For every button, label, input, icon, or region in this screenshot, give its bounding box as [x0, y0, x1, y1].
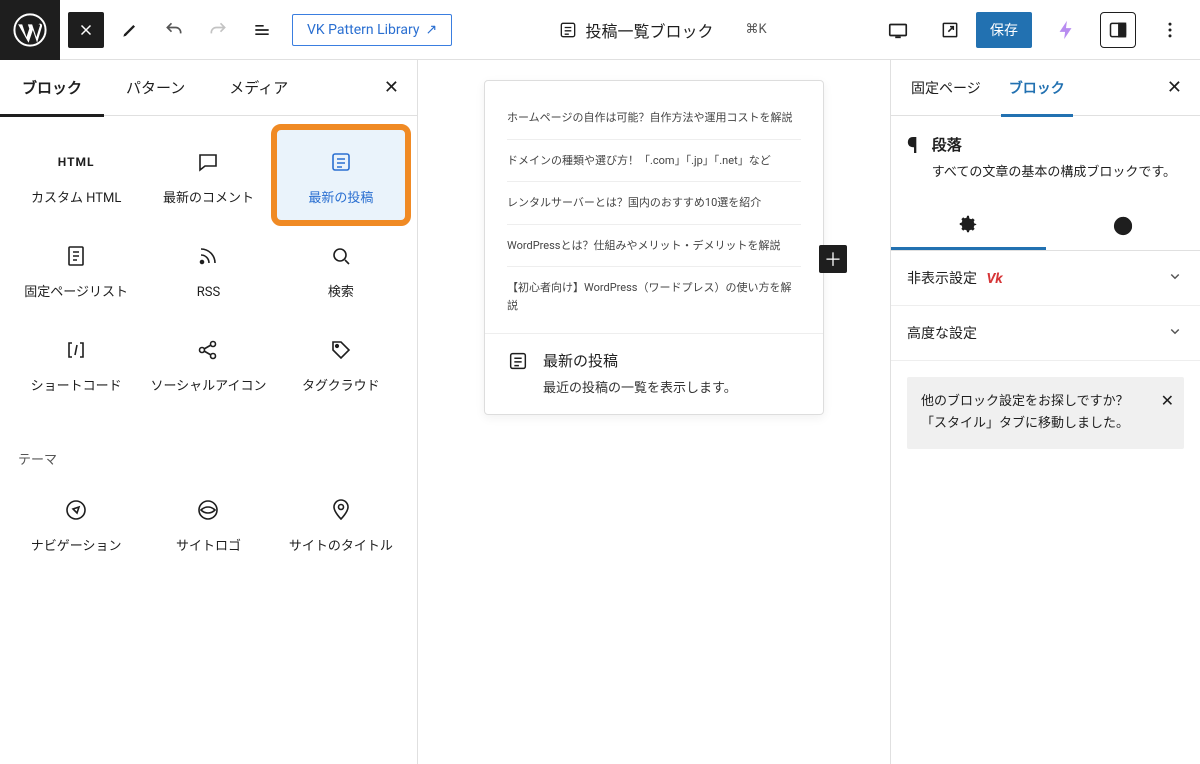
block-page-list[interactable]: 固定ページリスト — [10, 222, 142, 316]
block-search[interactable]: 検索 — [275, 222, 407, 316]
vk-pattern-library-link[interactable]: VK Pattern Library ↗ — [292, 14, 452, 46]
command-shortcut: ⌘K — [746, 22, 767, 37]
save-button[interactable]: 保存 — [976, 12, 1032, 48]
block-preview-card: ホームページの自作は可能？自作方法や運用コストを解説 ドメインの種類や選び方！「… — [484, 80, 824, 415]
preview-row: ドメインの種類や選び方！「.com」「.jp」「.net」など — [507, 140, 801, 183]
tag-icon — [329, 336, 353, 364]
edit-tool-button[interactable] — [112, 12, 148, 48]
vk-link-label: VK Pattern Library — [307, 22, 419, 38]
rss-icon — [196, 242, 220, 270]
close-icon[interactable]: ✕ — [1161, 387, 1174, 414]
block-rss[interactable]: RSS — [142, 222, 274, 316]
tab-patterns[interactable]: パターン — [104, 60, 207, 116]
redo-button[interactable] — [200, 12, 236, 48]
block-latest-comments[interactable]: 最新のコメント — [142, 128, 274, 222]
chevron-down-icon — [1166, 322, 1184, 344]
posts-list-icon — [507, 350, 529, 396]
external-preview-button[interactable] — [932, 12, 968, 48]
document-title[interactable]: 投稿一覧ブロック ⌘K — [452, 18, 872, 42]
preview-row: WordPressとは？仕組みやメリット・デメリットを解説 — [507, 225, 801, 268]
advanced-settings-row[interactable]: 高度な設定 — [891, 306, 1200, 361]
block-site-logo[interactable]: サイトロゴ — [142, 476, 274, 570]
page-list-icon — [64, 242, 88, 270]
compass-icon — [64, 496, 88, 524]
settings-sidebar-toggle[interactable] — [1100, 12, 1136, 48]
chevron-down-icon — [1166, 267, 1184, 289]
block-custom-html[interactable]: HTML カスタム HTML — [10, 128, 142, 222]
share-icon — [196, 336, 220, 364]
block-social-icons[interactable]: ソーシャルアイコン — [142, 316, 274, 410]
preview-row: ホームページの自作は可能？自作方法や運用コストを解説 — [507, 97, 801, 140]
settings-tab[interactable] — [891, 202, 1046, 250]
advanced-label: 高度な設定 — [907, 323, 977, 343]
shortcode-icon — [64, 336, 88, 364]
paragraph-icon: ¶ — [907, 134, 918, 184]
options-menu-button[interactable] — [1152, 12, 1188, 48]
comment-icon — [196, 148, 220, 176]
tab-block-settings[interactable]: ブロック — [995, 60, 1079, 116]
wordpress-logo[interactable] — [0, 0, 60, 60]
tab-blocks[interactable]: ブロック — [0, 60, 104, 116]
view-button[interactable] — [880, 12, 916, 48]
block-shortcode[interactable]: ショートコード — [10, 316, 142, 410]
section-theme-label: テーマ — [0, 423, 417, 476]
document-overview-button[interactable] — [244, 12, 280, 48]
add-block-button[interactable]: ＋ — [819, 245, 847, 273]
close-sidebar-icon[interactable]: ✕ — [1155, 77, 1194, 98]
posts-list-icon — [329, 148, 353, 176]
undo-button[interactable] — [156, 12, 192, 48]
preview-block-title: 最新の投稿 — [543, 350, 737, 371]
block-latest-posts[interactable]: 最新の投稿 — [275, 128, 407, 222]
block-type-title: 段落 — [932, 134, 1176, 155]
site-logo-icon — [196, 496, 220, 524]
external-icon: ↗ — [425, 22, 437, 38]
block-tag-cloud[interactable]: タグクラウド — [275, 316, 407, 410]
tab-page-settings[interactable]: 固定ページ — [897, 60, 995, 116]
title-text: 投稿一覧ブロック — [586, 18, 714, 42]
block-navigation[interactable]: ナビゲーション — [10, 476, 142, 570]
preview-block-desc: 最近の投稿の一覧を表示します。 — [543, 377, 737, 396]
styles-tab[interactable] — [1046, 202, 1200, 250]
close-inserter-button[interactable] — [68, 12, 104, 48]
notice-text: 他のブロック設定をお探しですか？ 「スタイル」タブに移動しました。 — [921, 394, 1129, 431]
hide-settings-label: 非表示設定 — [907, 271, 977, 287]
map-pin-icon — [329, 496, 353, 524]
close-inserter-icon[interactable]: ✕ — [366, 77, 417, 98]
search-icon — [329, 242, 353, 270]
block-site-title[interactable]: サイトのタイトル — [275, 476, 407, 570]
preview-row: 【初心者向け】WordPress（ワードプレス）の使い方を解説 — [507, 267, 801, 326]
vk-badge-icon: Vk — [986, 271, 1002, 287]
hide-settings-row[interactable]: 非表示設定 Vk — [891, 251, 1200, 306]
html-icon: HTML — [58, 148, 95, 176]
block-type-desc: すべての文章の基本の構成ブロックです。 — [932, 163, 1176, 184]
tab-media[interactable]: メディア — [207, 60, 310, 116]
styles-moved-notice: 他のブロック設定をお探しですか？ 「スタイル」タブに移動しました。 ✕ — [907, 377, 1184, 449]
jetpack-icon[interactable] — [1048, 12, 1084, 48]
preview-row: レンタルサーバーとは？国内のおすすめ10選を紹介 — [507, 182, 801, 225]
